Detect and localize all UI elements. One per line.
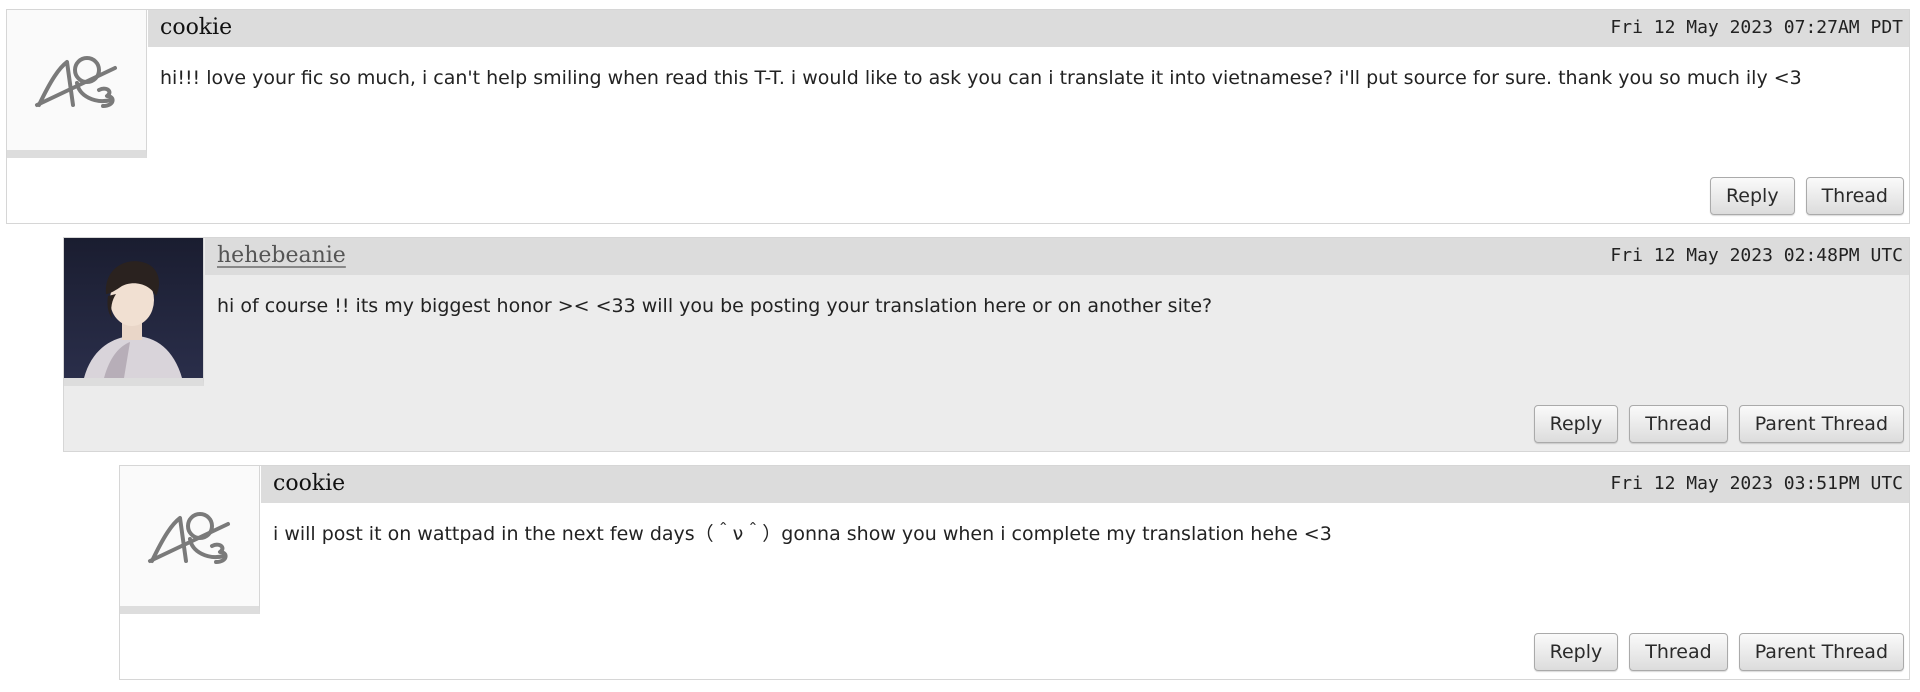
comment: hehebeanie Fri 12 May 2023 02:48PM UTC h… [63, 237, 1910, 452]
reply-button[interactable]: Reply [1533, 633, 1619, 671]
user-avatar[interactable] [64, 238, 204, 386]
comment-author-link[interactable]: hehebeanie [217, 242, 346, 270]
comment-author: cookie [273, 471, 346, 496]
reply-button[interactable]: Reply [1709, 177, 1795, 215]
thread-button[interactable]: Thread [1629, 405, 1728, 443]
comment: cookie Fri 12 May 2023 03:51PM UTC i wil… [119, 465, 1910, 680]
comment-text: hi of course !! its my biggest honor >< … [217, 295, 1213, 317]
comment-text: i will post it on wattpad in the next fe… [273, 523, 1332, 545]
comment-header: cookie Fri 12 May 2023 07:27AM PDT [148, 10, 1909, 47]
comment-datetime: Fri 12 May 2023 02:48PM UTC [1610, 245, 1903, 266]
thread-button[interactable]: Thread [1805, 177, 1904, 215]
comment-header: hehebeanie Fri 12 May 2023 02:48PM UTC [205, 238, 1909, 275]
comment-actions: Reply Thread Parent Thread [1533, 633, 1904, 671]
default-user-icon [7, 10, 147, 158]
comment-actions: Reply Thread Parent Thread [1533, 405, 1904, 443]
comment-datetime: Fri 12 May 2023 07:27AM PDT [1610, 17, 1903, 38]
reply-button[interactable]: Reply [1533, 405, 1619, 443]
comment-datetime: Fri 12 May 2023 03:51PM UTC [1610, 473, 1903, 494]
default-user-icon [120, 466, 260, 614]
thread-button[interactable]: Thread [1629, 633, 1728, 671]
comment-author: cookie [160, 15, 233, 40]
comment-header: cookie Fri 12 May 2023 03:51PM UTC [261, 466, 1909, 503]
comment: cookie Fri 12 May 2023 07:27AM PDT hi!!!… [6, 9, 1910, 224]
parent-thread-button[interactable]: Parent Thread [1738, 633, 1904, 671]
parent-thread-button[interactable]: Parent Thread [1738, 405, 1904, 443]
comment-text: hi!!! love your fic so much, i can't hel… [160, 67, 1802, 89]
comment-actions: Reply Thread [1709, 177, 1904, 215]
